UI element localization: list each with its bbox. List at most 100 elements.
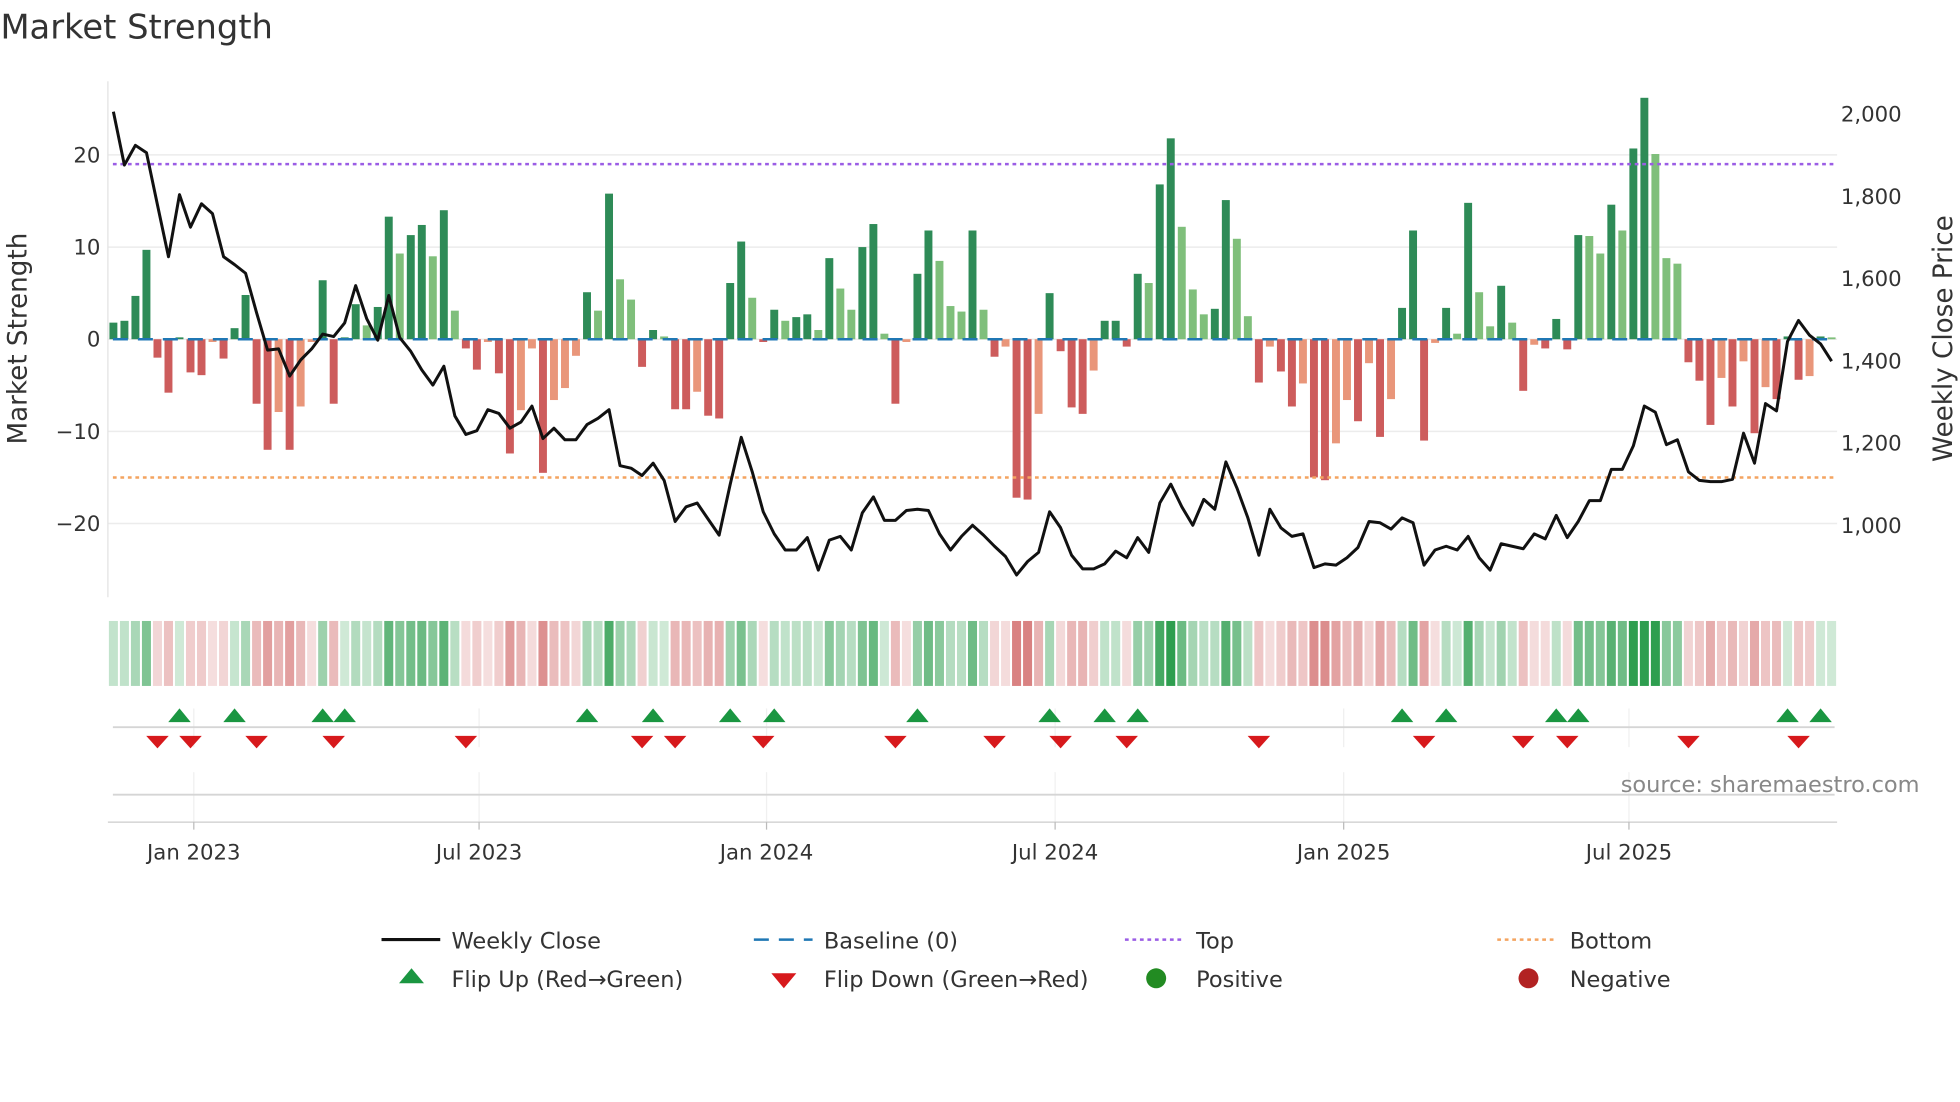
heat-cell <box>703 620 713 686</box>
flip-down-marker <box>983 735 1006 749</box>
legend-item-bottom[interactable]: Bottom <box>1497 928 1652 954</box>
positive-bar <box>792 317 801 340</box>
positive-bar <box>1618 230 1627 340</box>
negative-bar <box>1056 339 1065 352</box>
heat-cell <box>329 620 339 686</box>
positive-bar <box>803 314 812 340</box>
flip-down-marker <box>1247 735 1271 749</box>
heat-cell <box>802 620 812 686</box>
heat-cell <box>1595 620 1605 686</box>
heat-cell <box>1089 620 1099 686</box>
legend-item-top[interactable]: Top <box>1124 928 1234 954</box>
flip-down-marker <box>1677 735 1700 749</box>
flip-up-marker <box>333 708 356 723</box>
legend-item-flip-up[interactable]: Flip Up (Red→Green) <box>399 967 683 993</box>
negative-bar <box>1530 339 1539 345</box>
heat-cell <box>1078 620 1088 686</box>
positive-bar <box>946 306 955 340</box>
positive-bar <box>1111 320 1120 340</box>
heat-cell <box>1562 620 1572 686</box>
heat-cell <box>769 620 779 686</box>
negative-bar <box>1089 339 1098 371</box>
heat-cell <box>1342 620 1352 686</box>
heat-cell <box>835 620 845 686</box>
legend-item-weekly-close[interactable]: Weekly Close <box>381 928 601 954</box>
negative-bar <box>494 339 503 374</box>
positive-bar <box>1651 154 1660 340</box>
heat-cell <box>1243 620 1253 686</box>
positive-bar <box>616 279 625 340</box>
legend-item-baseline[interactable]: Baseline (0) <box>753 928 958 954</box>
flip-up-marker <box>1038 708 1061 723</box>
negative-bar <box>1332 339 1340 444</box>
legend-item-flip-down[interactable]: Flip Down (Green→Red) <box>771 967 1089 993</box>
legend: Weekly Close Baseline (0) Top Bottom Fli… <box>381 928 1671 993</box>
weekly-close-line <box>111 111 1833 577</box>
heat-cell <box>967 620 978 686</box>
heat-cell <box>549 620 559 686</box>
heat-cell <box>108 620 118 686</box>
heat-cell <box>1364 620 1374 686</box>
negative-bar <box>1012 339 1021 498</box>
heat-cell <box>780 620 790 686</box>
heat-cell <box>1705 620 1715 686</box>
heat-cell <box>450 620 460 686</box>
flip-up-marker <box>1434 708 1458 723</box>
heat-cell <box>373 620 383 686</box>
heat-cell <box>571 620 581 686</box>
positive-bar <box>1464 202 1473 340</box>
flip-up-marker <box>641 708 665 723</box>
y2-tick-label: 1,800 <box>1841 185 1902 210</box>
positive-bar <box>814 330 823 340</box>
negative-bar <box>1034 339 1043 414</box>
heat-cell <box>1529 620 1539 686</box>
heat-cell <box>736 620 746 686</box>
heat-cell <box>1232 620 1242 686</box>
heat-cell <box>296 620 306 686</box>
heat-cell <box>1408 620 1418 686</box>
heat-cell <box>1452 620 1462 686</box>
heat-cell <box>538 620 548 686</box>
heat-cell <box>725 620 735 686</box>
heat-cell <box>1419 620 1429 686</box>
positive-bar <box>649 330 658 340</box>
x-tick-label: Jan 2025 <box>1295 841 1391 866</box>
heat-cell <box>1397 620 1407 686</box>
flip-down-marker <box>146 735 169 749</box>
positive-bar <box>1221 200 1230 340</box>
negative-bar <box>1309 339 1318 478</box>
heat-cell <box>813 620 823 686</box>
heat-cell <box>1507 620 1517 686</box>
source-label: source: sharemaestro.com <box>1621 772 1920 798</box>
heat-cell <box>901 620 911 686</box>
heat-cell <box>681 620 691 686</box>
legend-label: Flip Up (Red→Green) <box>451 967 683 993</box>
heat-cell <box>714 620 724 686</box>
positive-bar <box>109 322 118 340</box>
legend-item-positive[interactable]: Positive <box>1146 967 1283 993</box>
legend-item-negative[interactable]: Negative <box>1518 967 1671 993</box>
positive-bar <box>1166 138 1175 340</box>
y2-tick-label: 1,600 <box>1841 267 1902 292</box>
negative-bar <box>990 339 999 357</box>
negative-bar <box>329 339 338 404</box>
negative-bar <box>638 339 647 367</box>
heat-cell <box>945 620 955 686</box>
circle-icon <box>1518 968 1539 989</box>
negative-bar <box>1298 339 1307 384</box>
heat-cell <box>285 620 295 686</box>
negative-bar <box>1519 339 1528 391</box>
heat-cell <box>1573 620 1583 686</box>
positive-bar <box>318 280 327 340</box>
positive-bar <box>1243 316 1252 340</box>
positive-bar <box>748 297 757 340</box>
y-tick-label: 20 <box>73 143 100 168</box>
heat-cell <box>384 620 394 686</box>
positive-bar <box>1475 292 1484 340</box>
heat-cell <box>824 620 834 686</box>
heat-cell <box>879 620 889 686</box>
positive-bar <box>1662 258 1671 340</box>
negative-bar <box>1706 339 1715 425</box>
heat-cell <box>483 620 493 686</box>
heat-cell <box>1045 620 1055 686</box>
